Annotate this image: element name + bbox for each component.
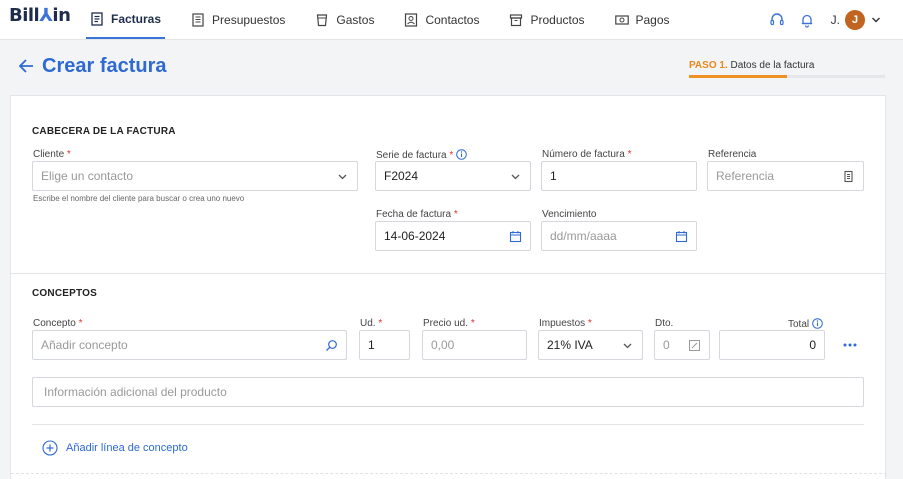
calendar-icon[interactable] bbox=[509, 230, 522, 243]
section-title-cabecera: CABECERA DE LA FACTURA bbox=[32, 126, 176, 137]
impuestos-select[interactable]: 21% IVA bbox=[538, 330, 643, 360]
numero-input[interactable]: 1 bbox=[541, 161, 697, 191]
ud-value: 1 bbox=[368, 338, 375, 352]
section-divider bbox=[11, 273, 887, 274]
nav-item-facturas[interactable]: Facturas bbox=[86, 0, 166, 39]
cliente-select[interactable]: Elige un contacto bbox=[32, 161, 358, 191]
ud-label: Ud. * bbox=[360, 318, 383, 329]
nav-label-gastos: Gastos bbox=[336, 13, 375, 27]
dto-input[interactable]: 0 bbox=[654, 330, 710, 360]
vencimiento-input[interactable]: dd/mm/aaaa bbox=[541, 221, 697, 251]
cliente-label: Cliente * bbox=[33, 149, 71, 160]
dashed-separator bbox=[11, 473, 887, 474]
total-value: 0 bbox=[809, 338, 816, 352]
headset-icon[interactable] bbox=[769, 12, 785, 28]
nav-label-pagos: Pagos bbox=[635, 13, 670, 27]
add-line-label: Añadir línea de concepto bbox=[66, 442, 188, 454]
nav-item-gastos[interactable]: Gastos bbox=[311, 0, 378, 40]
box-icon bbox=[510, 14, 523, 27]
chevron-down-icon bbox=[511, 174, 520, 180]
chevron-down-icon[interactable] bbox=[871, 15, 881, 25]
bell-icon[interactable] bbox=[799, 12, 815, 28]
fecha-value: 14-06-2024 bbox=[384, 229, 446, 243]
referencia-label: Referencia bbox=[708, 149, 757, 160]
page-title: Crear factura bbox=[42, 55, 167, 77]
numero-label: Número de factura * bbox=[542, 149, 632, 160]
impuestos-value: 21% IVA bbox=[547, 338, 593, 352]
precio-label: Precio ud. * bbox=[423, 318, 475, 329]
vencimiento-label: Vencimiento bbox=[542, 209, 597, 220]
user-area: J. J bbox=[755, 0, 881, 40]
dto-placeholder: 0 bbox=[663, 338, 670, 352]
invoice-icon bbox=[91, 11, 103, 26]
info-icon[interactable] bbox=[812, 318, 823, 329]
cliente-help: Escribe el nombre del cliente para busca… bbox=[33, 194, 245, 203]
app-logo[interactable]: Bill⅄in bbox=[9, 5, 71, 26]
impuestos-label: Impuestos * bbox=[539, 318, 592, 329]
quote-icon bbox=[192, 13, 204, 27]
concepto-input[interactable]: Añadir concepto bbox=[32, 330, 347, 360]
nav-item-presupuestos[interactable]: Presupuestos bbox=[187, 0, 289, 40]
serie-label: Serie de factura * bbox=[376, 149, 468, 161]
precio-placeholder: 0,00 bbox=[431, 338, 455, 352]
more-options-icon[interactable] bbox=[842, 342, 858, 348]
info-adicional-placeholder: Información adicional del producto bbox=[44, 385, 227, 399]
step-indicator: PASO 1. Datos de la factura bbox=[689, 60, 814, 71]
user-initial[interactable]: J. bbox=[831, 13, 840, 27]
total-field: 0 bbox=[719, 330, 825, 360]
referencia-input[interactable]: Referencia bbox=[707, 161, 864, 191]
nav-item-pagos[interactable]: Pagos bbox=[611, 0, 674, 40]
dto-label: Dto. bbox=[655, 318, 674, 329]
total-label: Total bbox=[788, 318, 823, 330]
nav-label-presupuestos: Presupuestos bbox=[212, 13, 286, 27]
nav-label-contactos: Contactos bbox=[425, 13, 480, 27]
contact-icon bbox=[405, 13, 418, 27]
search-icon[interactable] bbox=[325, 339, 338, 352]
concepto-label: Concepto * bbox=[33, 318, 83, 329]
main-nav: Facturas Presupuestos Gastos Contactos P… bbox=[86, 0, 696, 40]
step-label: Datos de la factura bbox=[730, 60, 815, 71]
reference-doc-icon bbox=[844, 170, 853, 183]
numero-value: 1 bbox=[550, 169, 557, 183]
plus-circle-icon bbox=[42, 440, 58, 456]
nav-item-contactos[interactable]: Contactos bbox=[400, 0, 483, 40]
info-adicional-input[interactable]: Información adicional del producto bbox=[32, 377, 864, 407]
avatar[interactable]: J bbox=[845, 10, 865, 30]
vencimiento-placeholder: dd/mm/aaaa bbox=[550, 229, 617, 243]
cup-icon bbox=[317, 14, 328, 27]
cliente-placeholder: Elige un contacto bbox=[41, 169, 134, 183]
concept-divider bbox=[32, 424, 864, 425]
back-arrow-icon[interactable] bbox=[17, 57, 35, 75]
money-icon bbox=[614, 15, 629, 25]
referencia-placeholder: Referencia bbox=[716, 169, 775, 183]
fecha-input[interactable]: 14-06-2024 bbox=[375, 221, 531, 251]
concepto-placeholder: Añadir concepto bbox=[41, 338, 128, 352]
nav-item-productos[interactable]: Productos bbox=[505, 0, 588, 40]
serie-select[interactable]: F2024 bbox=[375, 161, 531, 191]
step-prefix: PASO 1. bbox=[689, 60, 728, 71]
step-progress-fill bbox=[689, 75, 787, 78]
top-navbar: Bill⅄in Facturas Presupuestos Gastos Con… bbox=[0, 0, 903, 40]
add-concept-line-button[interactable]: Añadir línea de concepto bbox=[42, 440, 188, 456]
calendar-icon[interactable] bbox=[675, 230, 688, 243]
section-title-conceptos: CONCEPTOS bbox=[32, 288, 97, 299]
info-icon[interactable] bbox=[456, 149, 468, 160]
ud-input[interactable]: 1 bbox=[359, 330, 410, 360]
chevron-down-icon bbox=[623, 343, 632, 349]
chevron-down-icon bbox=[338, 174, 347, 180]
serie-value: F2024 bbox=[384, 169, 419, 183]
nav-label-facturas: Facturas bbox=[111, 11, 162, 26]
step-progress-track bbox=[689, 75, 885, 78]
fecha-label: Fecha de factura * bbox=[376, 209, 458, 220]
nav-label-productos: Productos bbox=[530, 13, 585, 27]
precio-input[interactable]: 0,00 bbox=[422, 330, 527, 360]
invoice-form-card: CABECERA DE LA FACTURA Cliente * Elige u… bbox=[10, 95, 887, 479]
percent-icon bbox=[689, 340, 700, 351]
